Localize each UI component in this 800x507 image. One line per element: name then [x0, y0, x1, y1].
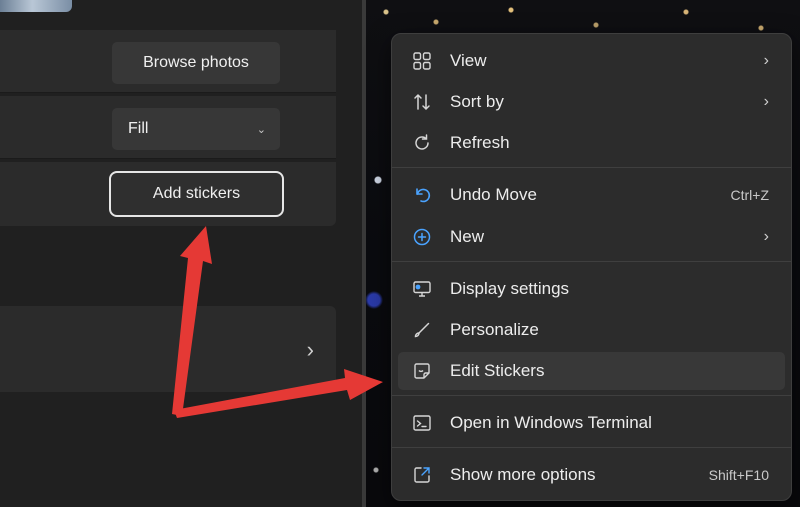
sticker-icon: [410, 359, 434, 383]
menu-item-refresh[interactable]: Refresh: [398, 124, 785, 162]
fit-dropdown-value: Fill: [128, 120, 149, 137]
menu-item-edit-stickers[interactable]: Edit Stickers: [398, 352, 785, 390]
menu-shortcut: Shift+F10: [708, 467, 769, 483]
menu-item-view[interactable]: View ›: [398, 42, 785, 80]
menu-separator: [392, 395, 791, 396]
menu-item-display-settings[interactable]: Display settings: [398, 270, 785, 308]
add-stickers-button[interactable]: Add stickers: [109, 171, 284, 217]
menu-item-label: Edit Stickers: [450, 361, 545, 380]
menu-item-label: Refresh: [450, 133, 510, 152]
share-icon: [410, 463, 434, 487]
undo-icon: [410, 183, 434, 207]
menu-item-label: Show more options: [450, 465, 596, 484]
menu-item-sort-by[interactable]: Sort by ›: [398, 83, 785, 121]
desktop-context-menu: View › Sort by › Refresh Undo Move Ctrl+…: [391, 33, 792, 501]
terminal-icon: [410, 411, 434, 435]
brush-icon: [410, 318, 434, 342]
settings-nav-row[interactable]: ›: [0, 306, 336, 392]
menu-separator: [392, 447, 791, 448]
fit-dropdown[interactable]: Fill ⌄: [112, 108, 280, 150]
menu-item-label: Undo Move: [450, 185, 537, 204]
menu-item-label: Open in Windows Terminal: [450, 413, 652, 432]
menu-item-personalize[interactable]: Personalize: [398, 311, 785, 349]
menu-item-label: View: [450, 51, 487, 70]
chevron-right-icon: ›: [763, 93, 769, 110]
grid-view-icon: [410, 49, 434, 73]
personalization-settings-panel: Browse photos Fill ⌄ Add stickers ›: [0, 0, 368, 507]
menu-item-open-terminal[interactable]: Open in Windows Terminal: [398, 404, 785, 442]
display-icon: [410, 277, 434, 301]
menu-item-new[interactable]: New ›: [398, 218, 785, 256]
chevron-down-icon: ⌄: [256, 123, 266, 136]
menu-shortcut: Ctrl+Z: [730, 187, 770, 203]
new-plus-icon: [410, 225, 434, 249]
menu-item-label: Personalize: [450, 320, 539, 339]
browse-photos-button[interactable]: Browse photos: [112, 42, 280, 84]
menu-item-show-more-options[interactable]: Show more options Shift+F10: [398, 456, 785, 494]
menu-item-label: Display settings: [450, 279, 570, 298]
chevron-right-icon: ›: [763, 52, 769, 69]
refresh-icon: [410, 131, 434, 155]
chevron-right-icon: ›: [763, 228, 769, 245]
chevron-right-icon: ›: [306, 337, 314, 362]
sort-arrows-icon: [410, 90, 434, 114]
menu-separator: [392, 167, 791, 168]
wallpaper-thumbnail[interactable]: [0, 0, 72, 12]
menu-item-label: New: [450, 227, 485, 246]
menu-separator: [392, 261, 791, 262]
menu-item-undo-move[interactable]: Undo Move Ctrl+Z: [398, 176, 785, 214]
menu-item-label: Sort by: [450, 92, 504, 111]
